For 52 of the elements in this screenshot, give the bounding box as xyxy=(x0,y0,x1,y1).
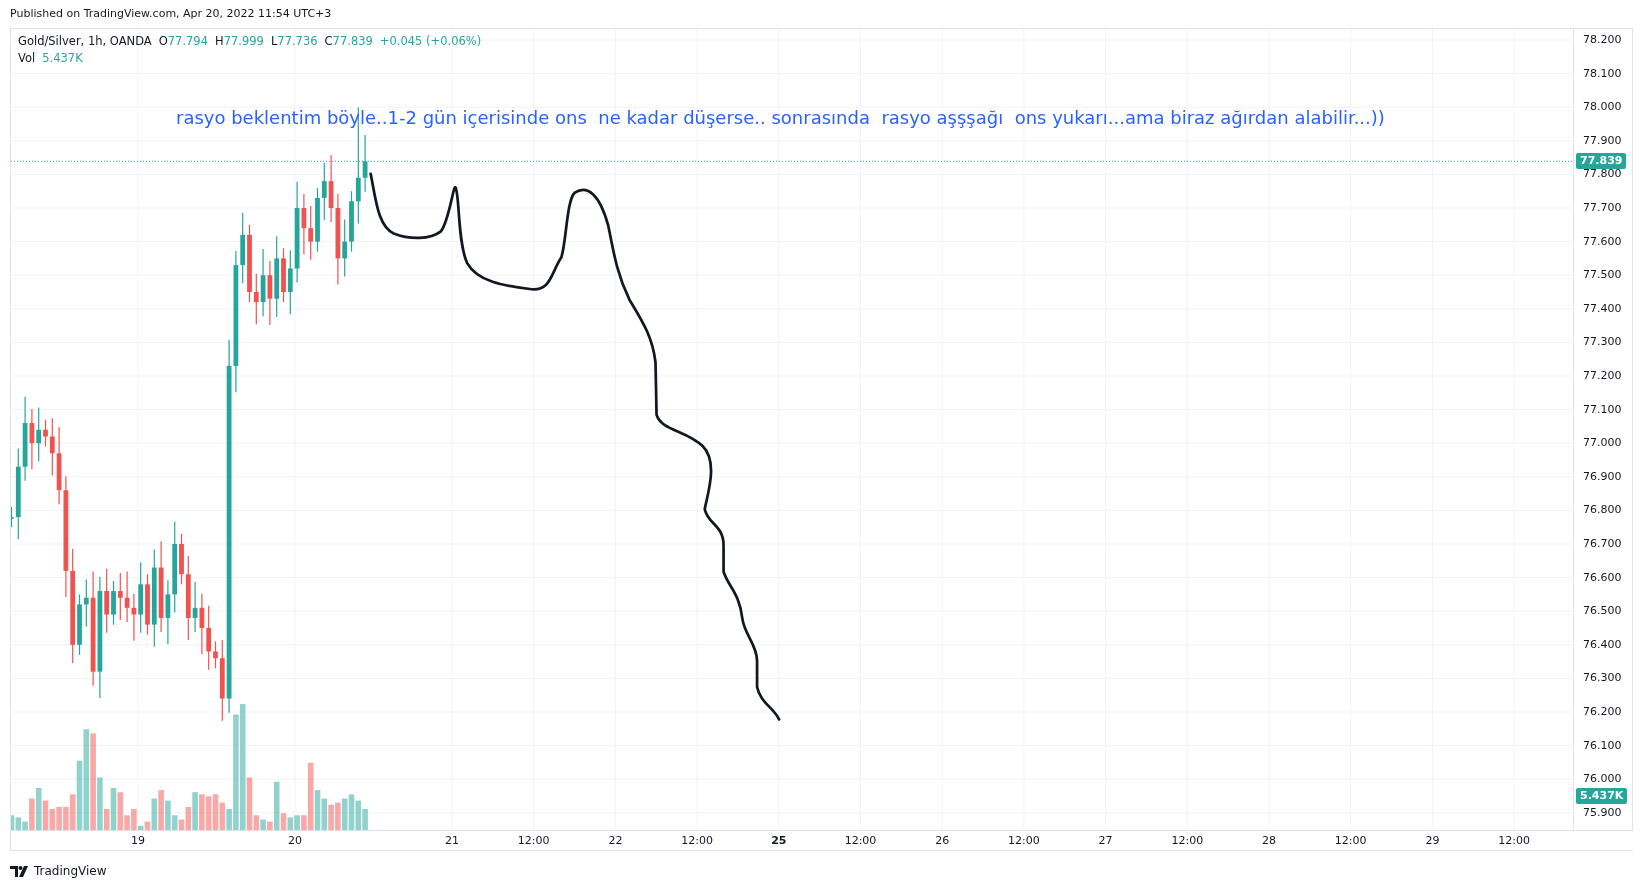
price-label: 76.200 xyxy=(1583,704,1622,720)
price-label: 76.300 xyxy=(1583,670,1622,687)
logo-icon xyxy=(10,865,30,877)
time-label: 12:00 xyxy=(1334,833,1367,848)
time-label: 28 xyxy=(1262,833,1276,848)
price-label: 77.300 xyxy=(1583,334,1622,351)
volume-badge: 5.437K xyxy=(1576,788,1628,804)
time-label: 21 xyxy=(445,833,459,848)
price-label: 78.100 xyxy=(1583,65,1622,82)
time-label: 12:00 xyxy=(1498,833,1530,848)
price-label: 77.100 xyxy=(1583,401,1622,418)
price-label: 78.000 xyxy=(1583,99,1622,116)
time-label: 25 xyxy=(771,833,787,848)
time-label: 12:00 xyxy=(1008,833,1040,848)
time-label: 26 xyxy=(935,833,950,848)
time-label: 12:00 xyxy=(844,833,877,848)
time-label: 27 xyxy=(1098,833,1113,848)
price-label: 76.900 xyxy=(1583,468,1622,485)
price-label: 77.500 xyxy=(1583,267,1622,284)
ohlc-value: L77.736 xyxy=(270,33,318,50)
time-label: 19 xyxy=(131,833,145,848)
price-badge: 77.839 xyxy=(1576,153,1627,170)
price-label: 76.700 xyxy=(1583,536,1622,552)
time-label: 22 xyxy=(608,833,623,848)
price-label: 77.700 xyxy=(1583,200,1622,216)
price-label: 77.000 xyxy=(1583,435,1622,452)
change-value: +0.045 (+0.06%) xyxy=(379,33,482,50)
time-label: 20 xyxy=(288,833,302,848)
time-label: 29 xyxy=(1425,833,1440,848)
price-label: 77.900 xyxy=(1583,132,1622,149)
price-label: 76.600 xyxy=(1583,569,1622,586)
price-label: 76.800 xyxy=(1583,502,1622,519)
brand-name: TradingView xyxy=(34,864,107,878)
time-label: 12:00 xyxy=(681,833,713,848)
price-label: 78.200 xyxy=(1583,32,1622,48)
ohlc-value: H77.999 xyxy=(215,33,264,50)
price-label: 76.000 xyxy=(1583,771,1622,788)
ohlc-value: C77.839 xyxy=(324,33,373,50)
ohlc-value: O77.794 xyxy=(158,33,208,50)
volume-label: Vol xyxy=(18,50,36,67)
price-label: 77.600 xyxy=(1583,233,1622,250)
price-label: 76.100 xyxy=(1583,737,1622,754)
time-label: 12:00 xyxy=(1171,833,1204,848)
price-label: 77.400 xyxy=(1583,300,1622,317)
price-label: 75.900 xyxy=(1583,804,1622,821)
symbol-title: Gold/Silver, 1h, OANDA xyxy=(18,33,152,50)
time-label: 12:00 xyxy=(517,833,550,848)
volume-value: 5.437K xyxy=(42,50,83,67)
price-label: 77.200 xyxy=(1583,368,1622,384)
price-label: 76.500 xyxy=(1583,603,1622,620)
price-label: 76.400 xyxy=(1583,636,1622,653)
published-caption: Published on TradingView.com, Apr 20, 2022 11:54 UTC+3 xyxy=(9,6,333,22)
